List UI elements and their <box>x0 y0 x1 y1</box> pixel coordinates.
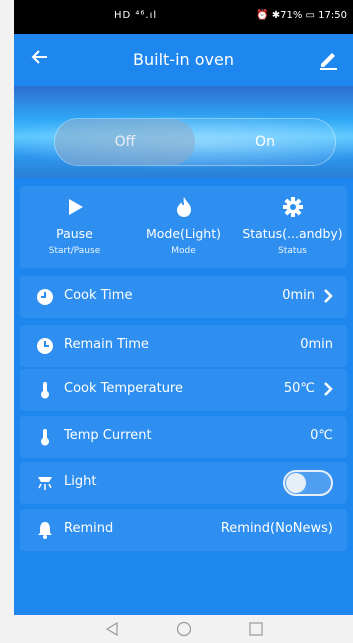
thermometer-icon <box>36 428 54 446</box>
thermometer-icon <box>36 381 54 399</box>
temp-current-label: Temp Current <box>64 428 152 443</box>
power-toggle: Off On <box>54 118 336 166</box>
remind-label: Remind <box>64 521 114 536</box>
home-circle-icon[interactable] <box>176 621 192 637</box>
remind-value: Remind(NoNews) <box>220 521 333 536</box>
light-label: Light <box>64 474 97 489</box>
bell-icon <box>36 521 54 539</box>
remain-time-label: Remain Time <box>64 337 149 352</box>
clock-icon <box>36 288 54 306</box>
mode-button[interactable]: Mode(Light) Mode <box>129 186 238 268</box>
cook-temperature-row[interactable]: Cook Temperature 50℃ <box>20 369 347 411</box>
temp-current-value: 0℃ <box>310 428 333 443</box>
network-status: HD ⁴⁶.ıl <box>114 10 158 21</box>
play-icon <box>20 196 129 218</box>
cook-time-label: Cook Time <box>64 288 133 303</box>
chevron-right-icon[interactable] <box>321 287 335 305</box>
status-sublabel: Status <box>278 246 307 256</box>
status-button[interactable]: Status(...andby) Status <box>238 186 347 268</box>
cook-temperature-label: Cook Temperature <box>64 381 183 396</box>
page-title: Built-in oven <box>133 50 234 69</box>
cook-temperature-value: 50℃ <box>283 381 315 396</box>
mode-sublabel: Mode <box>171 246 196 256</box>
mode-label: Mode(Light) <box>145 226 221 241</box>
control-panel: Pause Start/Pause Mode(Light) Mode Statu… <box>20 186 347 268</box>
power-on-button[interactable]: On <box>195 119 335 165</box>
app-screen: HD ⁴⁶.ıl ⏰ ✱71% ▭ 17:50 Built-in oven Of… <box>14 0 353 615</box>
app-header: Built-in oven <box>14 34 353 86</box>
back-triangle-icon[interactable] <box>104 621 120 637</box>
remain-time-value: 0min <box>300 337 333 352</box>
pause-label: Pause <box>56 226 93 241</box>
pause-sublabel: Start/Pause <box>48 246 101 256</box>
system-status: ⏰ ✱71% ▭ 17:50 <box>256 10 347 21</box>
flame-icon <box>129 196 238 218</box>
timer-icon <box>36 337 54 355</box>
recents-square-icon[interactable] <box>248 621 264 637</box>
temp-current-row: Temp Current 0℃ <box>20 416 347 458</box>
cook-time-value: 0min <box>282 288 315 303</box>
chevron-right-icon[interactable] <box>321 380 335 398</box>
status-bar: HD ⁴⁶.ıl ⏰ ✱71% ▭ 17:50 <box>14 0 353 34</box>
edit-pencil-icon[interactable] <box>317 48 339 70</box>
lamp-icon <box>36 474 54 492</box>
cook-time-row[interactable]: Cook Time 0min <box>20 276 347 318</box>
light-toggle-switch[interactable] <box>283 470 333 496</box>
status-label: Status(...andby) <box>242 226 343 241</box>
gear-icon <box>238 196 347 218</box>
remind-row: Remind Remind(NoNews) <box>20 509 347 551</box>
light-row: Light <box>20 462 347 504</box>
android-nav-bar <box>14 615 353 643</box>
remain-time-row: Remain Time 0min <box>20 325 347 367</box>
toggle-knob <box>286 473 306 493</box>
pause-button[interactable]: Pause Start/Pause <box>20 186 129 268</box>
power-off-button[interactable]: Off <box>55 119 195 165</box>
